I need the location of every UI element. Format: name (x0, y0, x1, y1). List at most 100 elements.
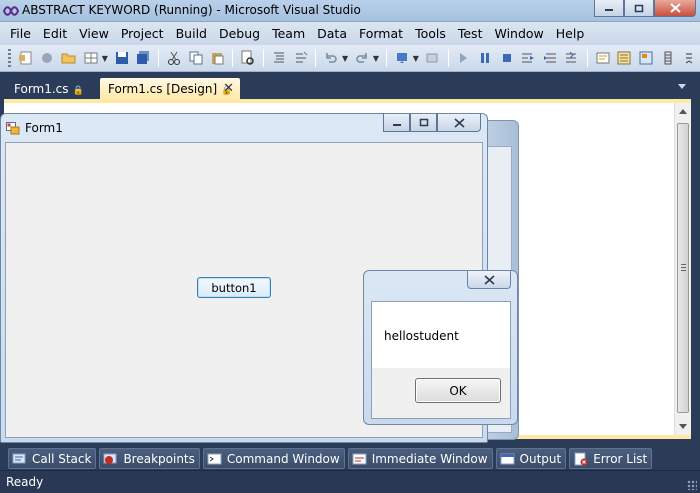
scroll-down-icon[interactable] (679, 424, 687, 429)
copy-button[interactable] (186, 48, 206, 68)
navigate-forward-button[interactable] (423, 48, 443, 68)
main-title-bar: ABSTRACT KEYWORD (Running) - Microsoft V… (0, 0, 700, 22)
object-browser-button[interactable] (636, 48, 656, 68)
chevron-down-icon[interactable]: ▼ (102, 54, 108, 63)
tool-window-tabs: Call Stack Breakpoints Command Window Im… (0, 447, 700, 470)
cut-button[interactable] (164, 48, 184, 68)
add-item-button[interactable] (38, 48, 58, 68)
undo-button[interactable] (321, 48, 341, 68)
add-item-icon (42, 53, 53, 63)
comment-lines-icon (273, 52, 284, 63)
toolbox-button[interactable] (658, 48, 678, 68)
window-controls (594, 0, 696, 17)
menu-file[interactable]: File (4, 22, 37, 45)
save-all-button[interactable] (134, 48, 154, 68)
step-into-button[interactable] (519, 48, 539, 68)
tab-command-window[interactable]: Command Window (202, 448, 345, 469)
paste-button[interactable] (208, 48, 228, 68)
new-project-button[interactable] (16, 48, 36, 68)
redo-icon (356, 53, 367, 63)
stop-icon (502, 54, 511, 62)
close-icon (453, 117, 465, 128)
tab-form1-cs[interactable]: Form1.cs 🔒 (6, 78, 92, 100)
restore-button[interactable] (624, 0, 654, 17)
menu-view[interactable]: View (73, 22, 115, 45)
save-icon (115, 52, 128, 64)
visual-studio-icon (3, 6, 19, 16)
minimize-icon (605, 9, 613, 11)
uncomment-lines-icon (295, 51, 307, 63)
uncomment-button[interactable] (291, 48, 311, 68)
menu-help[interactable]: Help (550, 22, 591, 45)
pause-icon (481, 53, 490, 63)
menu-test[interactable]: Test (452, 22, 489, 45)
tab-label: Form1.cs [Design] (108, 82, 218, 96)
add-new-item-button[interactable] (81, 48, 101, 68)
restore-icon (634, 4, 644, 12)
save-button[interactable] (112, 48, 132, 68)
tab-label: Error List (593, 451, 648, 466)
menu-team[interactable]: Team (266, 22, 311, 45)
navigate-backward-button[interactable] (392, 48, 412, 68)
tab-call-stack[interactable]: Call Stack (8, 448, 97, 469)
toolbar-separator (262, 49, 264, 67)
tab-form1-design[interactable]: Form1.cs [Design] 🔒 ✕ (100, 78, 240, 100)
message-box-close-button[interactable] (467, 271, 511, 289)
new-project-icon (18, 51, 32, 65)
chevron-down-icon[interactable]: ▼ (413, 54, 419, 63)
solution-explorer-button[interactable] (593, 48, 613, 68)
stop-debugging-button[interactable] (497, 48, 517, 68)
scrollbar-thumb[interactable] (677, 123, 689, 413)
menu-build[interactable]: Build (170, 22, 213, 45)
break-all-button[interactable] (475, 48, 495, 68)
active-files-dropdown-icon[interactable] (678, 84, 686, 89)
toolbar-grip[interactable] (8, 49, 11, 67)
message-box-content: hellostudent OK (371, 301, 511, 419)
tab-breakpoints[interactable]: Breakpoints (99, 448, 200, 469)
menu-tools[interactable]: Tools (409, 22, 452, 45)
tab-output[interactable]: Output (495, 448, 567, 469)
minimize-button[interactable] (594, 0, 624, 17)
open-file-button[interactable] (59, 48, 79, 68)
properties-button[interactable] (614, 48, 634, 68)
step-over-button[interactable] (540, 48, 560, 68)
output-window-icon (500, 452, 516, 466)
chevron-down-icon[interactable]: ▼ (342, 54, 348, 63)
tab-immediate-window[interactable]: Immediate Window (347, 448, 493, 469)
tab-close-icon[interactable]: ✕ (223, 78, 234, 100)
properties-icon (617, 51, 631, 65)
vertical-scrollbar[interactable] (674, 103, 691, 435)
scissors-icon (168, 51, 181, 65)
resize-grip-icon[interactable] (687, 480, 697, 490)
message-box-dialog: hellostudent OK (363, 270, 518, 425)
ok-button[interactable]: OK (415, 378, 501, 403)
toolbar-separator (315, 49, 317, 67)
message-box-footer: OK (372, 368, 510, 418)
redo-button[interactable] (352, 48, 372, 68)
button1[interactable]: button1 (197, 277, 271, 298)
menu-data[interactable]: Data (311, 22, 353, 45)
form1-maximize-button[interactable] (410, 114, 437, 132)
object-browser-icon (639, 51, 653, 65)
menu-debug[interactable]: Debug (213, 22, 266, 45)
step-into-icon (522, 53, 535, 63)
tab-error-list[interactable]: Error List (569, 448, 653, 469)
step-over-icon (544, 53, 557, 63)
menu-edit[interactable]: Edit (37, 22, 73, 45)
menu-project[interactable]: Project (115, 22, 170, 45)
close-button[interactable] (654, 0, 696, 17)
menu-format[interactable]: Format (353, 22, 409, 45)
step-out-button[interactable] (562, 48, 582, 68)
form1-minimize-button[interactable] (383, 114, 410, 132)
form1-close-button[interactable] (437, 114, 481, 132)
find-button[interactable] (238, 48, 258, 68)
comment-button[interactable] (269, 48, 289, 68)
navigate-forward-icon (426, 53, 438, 63)
tab-label: Output (519, 451, 562, 466)
chevron-down-icon[interactable]: ▼ (373, 54, 379, 63)
start-debugging-button[interactable] (454, 48, 474, 68)
menu-window[interactable]: Window (488, 22, 549, 45)
scroll-up-icon[interactable] (679, 109, 687, 114)
status-text: Ready (6, 475, 44, 489)
toolbar-overflow-button[interactable] (679, 48, 699, 68)
